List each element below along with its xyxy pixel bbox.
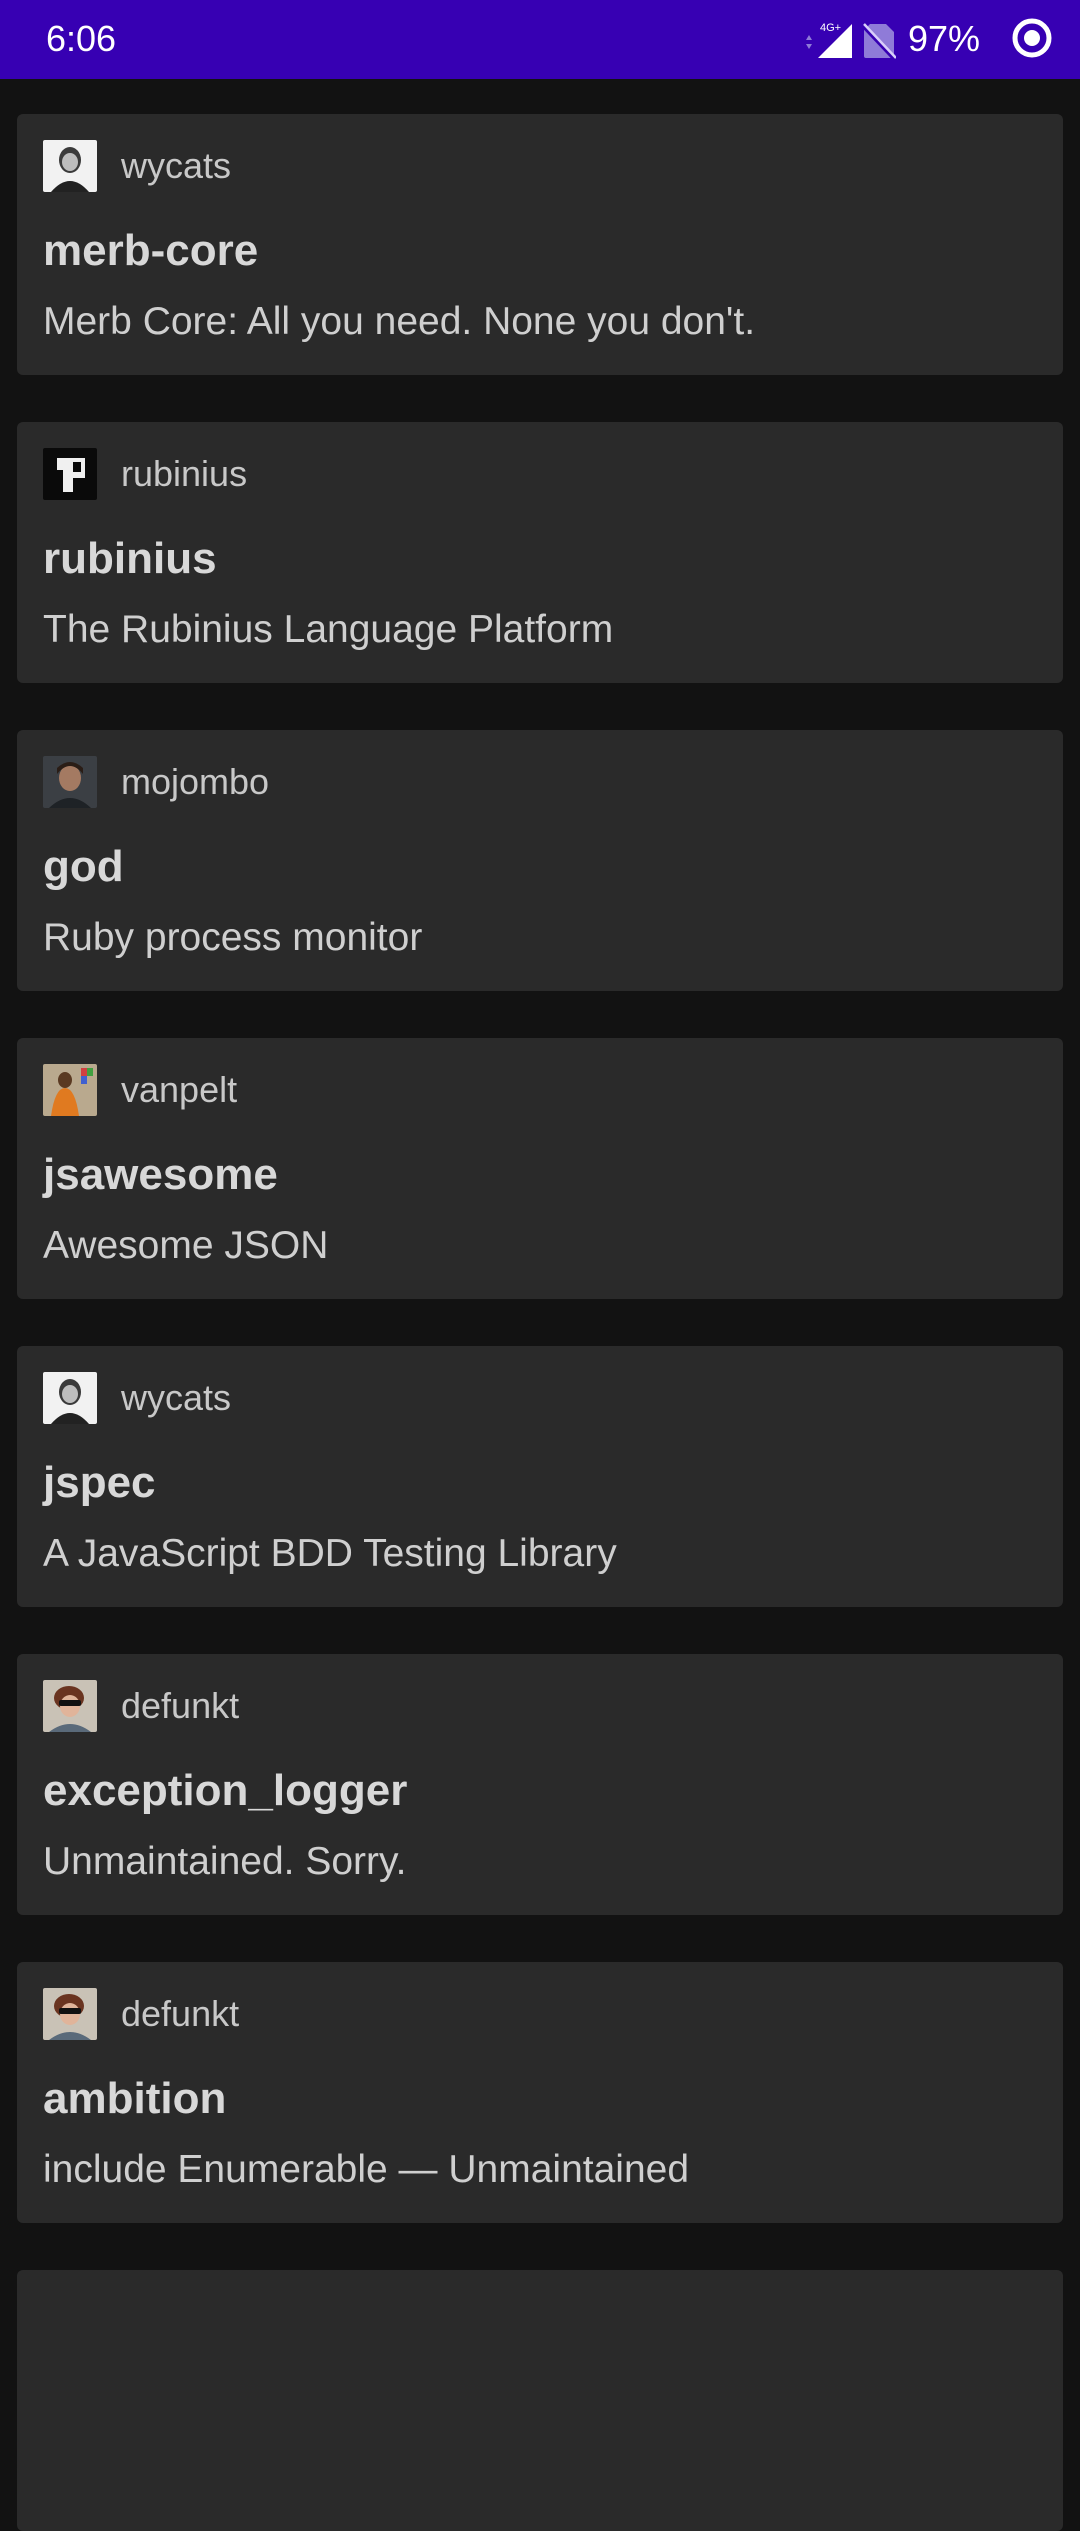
signal-icon: 4G+	[806, 22, 852, 58]
repo-card[interactable]: defunkt exception_logger Unmaintained. S…	[17, 1654, 1063, 1915]
repo-owner[interactable]: defunkt	[121, 1684, 239, 1728]
repo-description: Awesome JSON	[43, 1224, 329, 1267]
repo-description: A JavaScript BDD Testing Library	[43, 1532, 617, 1575]
status-time: 6:06	[46, 18, 117, 59]
repo-card[interactable]: vanpelt jsawesome Awesome JSON	[17, 1038, 1063, 1299]
repo-name[interactable]: jsawesome	[43, 1148, 278, 1202]
repo-card-partial[interactable]	[17, 2270, 1063, 2531]
repo-description: Unmaintained. Sorry.	[43, 1840, 407, 1883]
vanpelt-avatar-icon	[43, 1064, 97, 1116]
repo-name[interactable]: merb-core	[43, 224, 258, 278]
wycats-avatar-icon	[43, 1372, 97, 1424]
repo-card[interactable]: mojombo god Ruby process monitor	[17, 730, 1063, 991]
mojombo-avatar-icon	[43, 756, 97, 808]
defunkt-avatar-icon	[43, 1988, 97, 2040]
repo-card[interactable]: wycats jspec A JavaScript BDD Testing Li…	[17, 1346, 1063, 1607]
status-bar: 6:06 4G+ 97%	[0, 0, 1080, 79]
repo-description: include Enumerable — Unmaintained	[43, 2148, 690, 2191]
repo-description: Ruby process monitor	[43, 916, 423, 959]
repo-owner[interactable]: wycats	[121, 144, 231, 188]
repo-owner[interactable]: vanpelt	[121, 1068, 237, 1112]
repo-owner[interactable]: rubinius	[121, 452, 247, 496]
repo-name[interactable]: rubinius	[43, 532, 217, 586]
network-type-label: 4G+	[820, 22, 841, 34]
defunkt-avatar-icon	[43, 1680, 97, 1732]
repo-owner[interactable]: mojombo	[121, 760, 269, 804]
repo-name[interactable]: god	[43, 840, 124, 894]
repo-owner[interactable]: wycats	[121, 1376, 231, 1420]
repo-card[interactable]: wycats merb-core Merb Core: All you need…	[17, 114, 1063, 375]
repo-card[interactable]: rubinius rubinius The Rubinius Language …	[17, 422, 1063, 683]
repo-owner[interactable]: defunkt	[121, 1992, 239, 2036]
rubinius-avatar-icon	[43, 448, 97, 500]
repo-name[interactable]: ambition	[43, 2072, 226, 2126]
repo-card[interactable]: defunkt ambition include Enumerable — Un…	[17, 1962, 1063, 2223]
sim-off-icon	[862, 22, 896, 60]
ring-icon	[1012, 18, 1052, 58]
repo-name[interactable]: jspec	[43, 1456, 156, 1510]
battery-percent: 97%	[908, 18, 981, 59]
repo-name[interactable]: exception_logger	[43, 1764, 407, 1818]
repo-description: The Rubinius Language Platform	[43, 608, 614, 651]
repo-description: Merb Core: All you need. None you don't.	[43, 300, 756, 343]
wycats-avatar-icon	[43, 140, 97, 192]
